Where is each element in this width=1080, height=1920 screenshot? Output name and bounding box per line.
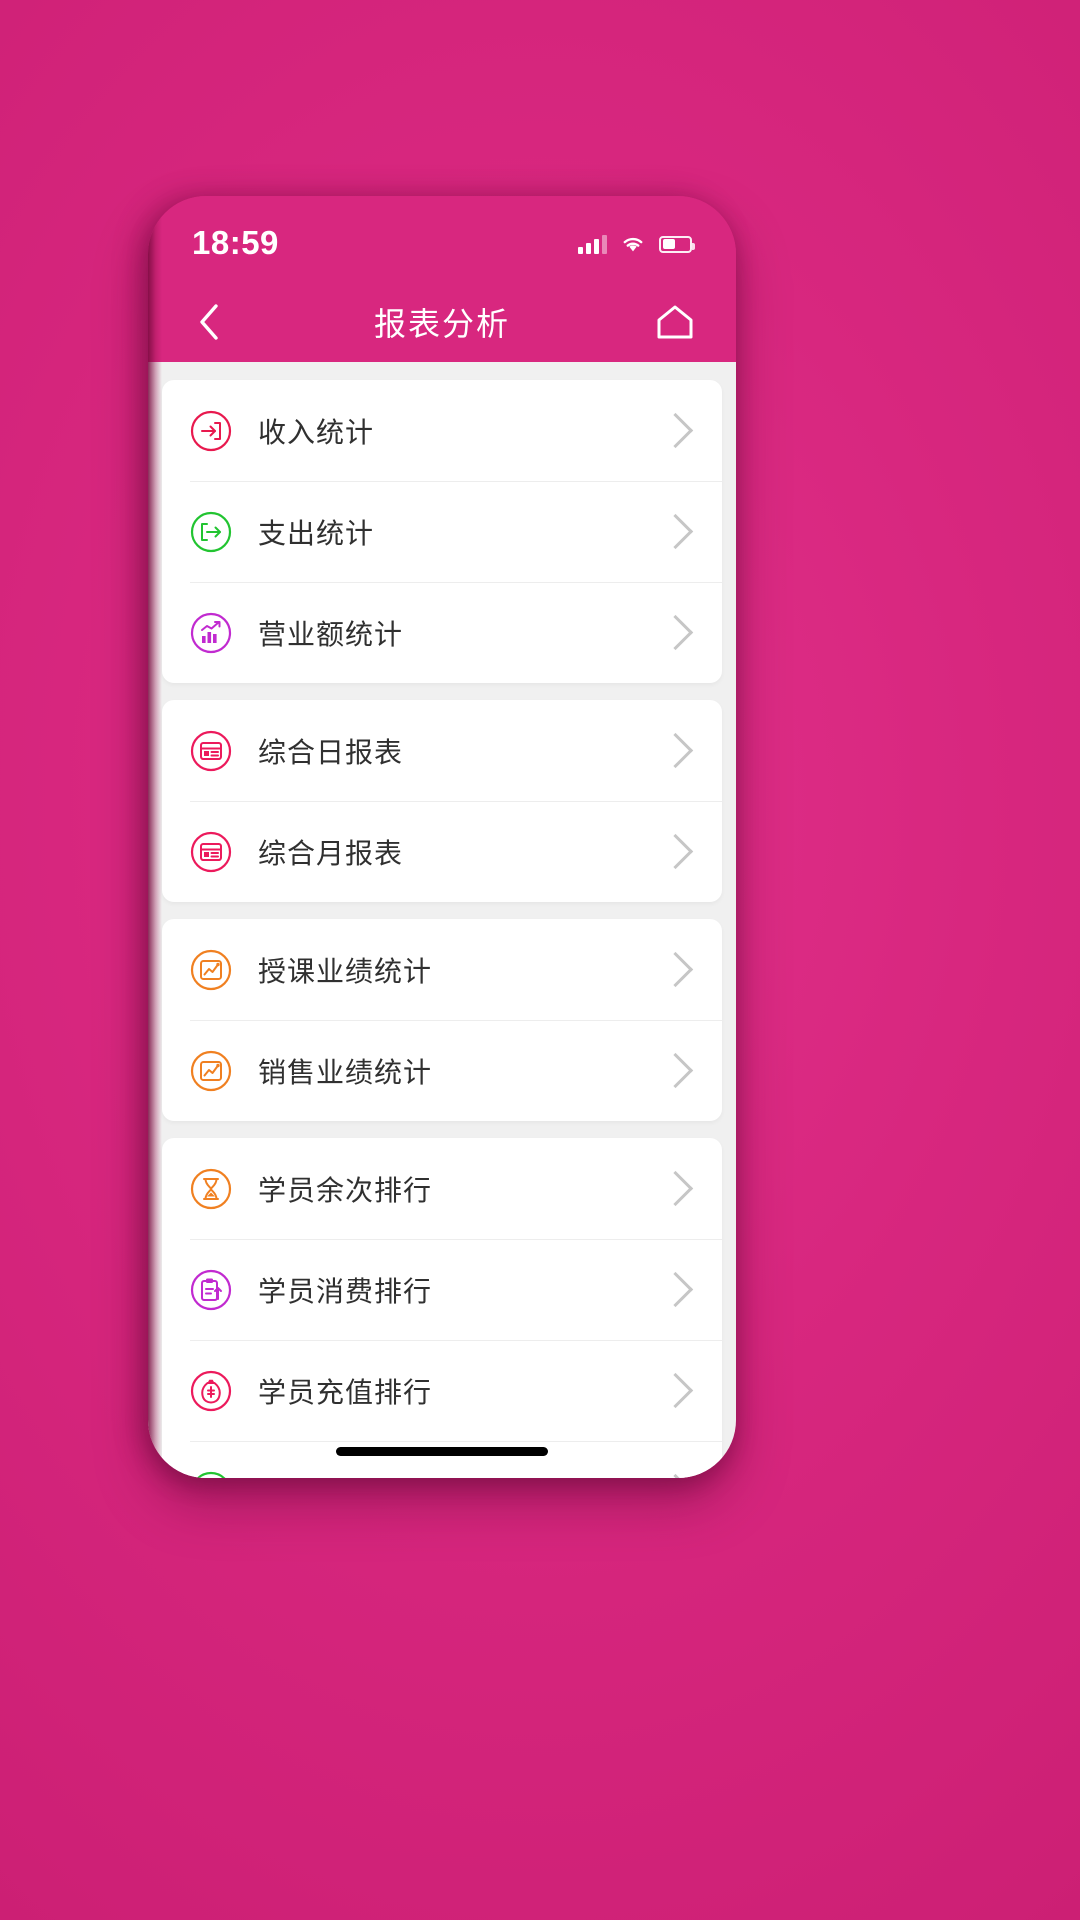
list-item[interactable]: 综合月报表 <box>162 801 722 902</box>
home-indicator <box>336 1447 548 1456</box>
chevron-right-icon <box>657 614 694 651</box>
chevron-right-icon <box>657 833 694 870</box>
report-group-statistics: 收入统计支出统计营业额统计 <box>162 380 722 683</box>
income-arrow-in-icon <box>190 410 232 452</box>
chevron-right-icon <box>657 412 694 449</box>
list-item-label: 学员余次排行 <box>258 1173 433 1207</box>
chevron-right-icon <box>657 1271 694 1308</box>
home-icon <box>657 305 693 339</box>
status-indicators <box>578 234 695 254</box>
wifi-icon <box>623 237 643 252</box>
list-item-label: 营业额统计 <box>258 617 404 651</box>
report-group-reports: 综合日报表综合月报表 <box>162 700 722 902</box>
chevron-right-icon <box>657 1170 694 1207</box>
teaching-performance-chart-icon <box>190 949 232 991</box>
list-item[interactable]: 销售业绩统计 <box>162 1020 722 1121</box>
report-list-scroll[interactable]: 收入统计 支出统计 营业额统计 综合日报表 综合月报表 授课业绩统计 销售业绩统计 学员余次排… <box>148 362 736 1478</box>
turnover-chart-icon <box>190 612 232 654</box>
list-item[interactable]: 学员充值排行 <box>162 1340 722 1441</box>
daily-report-window-icon <box>190 730 232 772</box>
list-item-label: 学员充值排行 <box>258 1375 433 1409</box>
chevron-right-icon <box>657 513 694 550</box>
phone-frame: 18:59 报表分析 收入统计 支出统计 营业额统计 综合日报表综合月报表 授课… <box>148 196 736 1478</box>
list-item[interactable]: 支出统计 <box>162 481 722 582</box>
list-item[interactable]: 学员余次排行 <box>162 1138 722 1239</box>
list-item-label: 学员余额排行 <box>258 1472 663 1479</box>
list-item[interactable]: 营业额统计 <box>162 582 722 683</box>
cellular-signal-icon <box>578 234 607 254</box>
expense-arrow-out-icon <box>190 511 232 553</box>
hourglass-icon <box>190 1168 232 1210</box>
sales-performance-chart-icon <box>190 1050 232 1092</box>
nav-bar: 报表分析 <box>148 282 736 362</box>
list-item-label: 支出统计 <box>258 516 375 550</box>
chevron-right-icon <box>657 1052 694 1089</box>
consumption-clipboard-icon <box>190 1269 232 1311</box>
balance-wallet-icon <box>190 1471 232 1478</box>
chevron-right-icon <box>657 732 694 769</box>
recharge-money-bag-icon <box>190 1370 232 1412</box>
battery-icon <box>659 235 695 253</box>
chevron-right-icon <box>657 1372 694 1409</box>
list-item-label: 综合日报表 <box>258 735 404 769</box>
list-item-label: 销售业绩统计 <box>258 1055 433 1089</box>
monthly-report-window-icon <box>190 831 232 873</box>
chevron-left-icon <box>200 304 218 340</box>
list-item-label: 学员消费排行 <box>258 1274 433 1308</box>
report-group-student-rankings: 学员余次排行学员消费排行学员充值排行学员余额排行学员积分排行 <box>162 1138 722 1478</box>
report-group-performance: 授课业绩统计 销售业绩统计 <box>162 919 722 1121</box>
list-item[interactable]: 学员消费排行 <box>162 1239 722 1340</box>
list-item[interactable]: 授课业绩统计 <box>162 919 722 1020</box>
chevron-right-icon <box>657 951 694 988</box>
status-bar: 18:59 <box>148 196 736 282</box>
home-button[interactable] <box>648 295 702 349</box>
list-item[interactable]: 收入统计 <box>162 380 722 481</box>
list-item-label: 收入统计 <box>258 415 375 449</box>
list-item-label: 授课业绩统计 <box>258 954 433 988</box>
back-button[interactable] <box>182 295 236 349</box>
status-time: 18:59 <box>192 224 279 261</box>
list-item-label: 综合月报表 <box>258 836 404 870</box>
chevron-right-icon <box>657 1473 694 1478</box>
list-item[interactable]: 综合日报表 <box>162 700 722 801</box>
